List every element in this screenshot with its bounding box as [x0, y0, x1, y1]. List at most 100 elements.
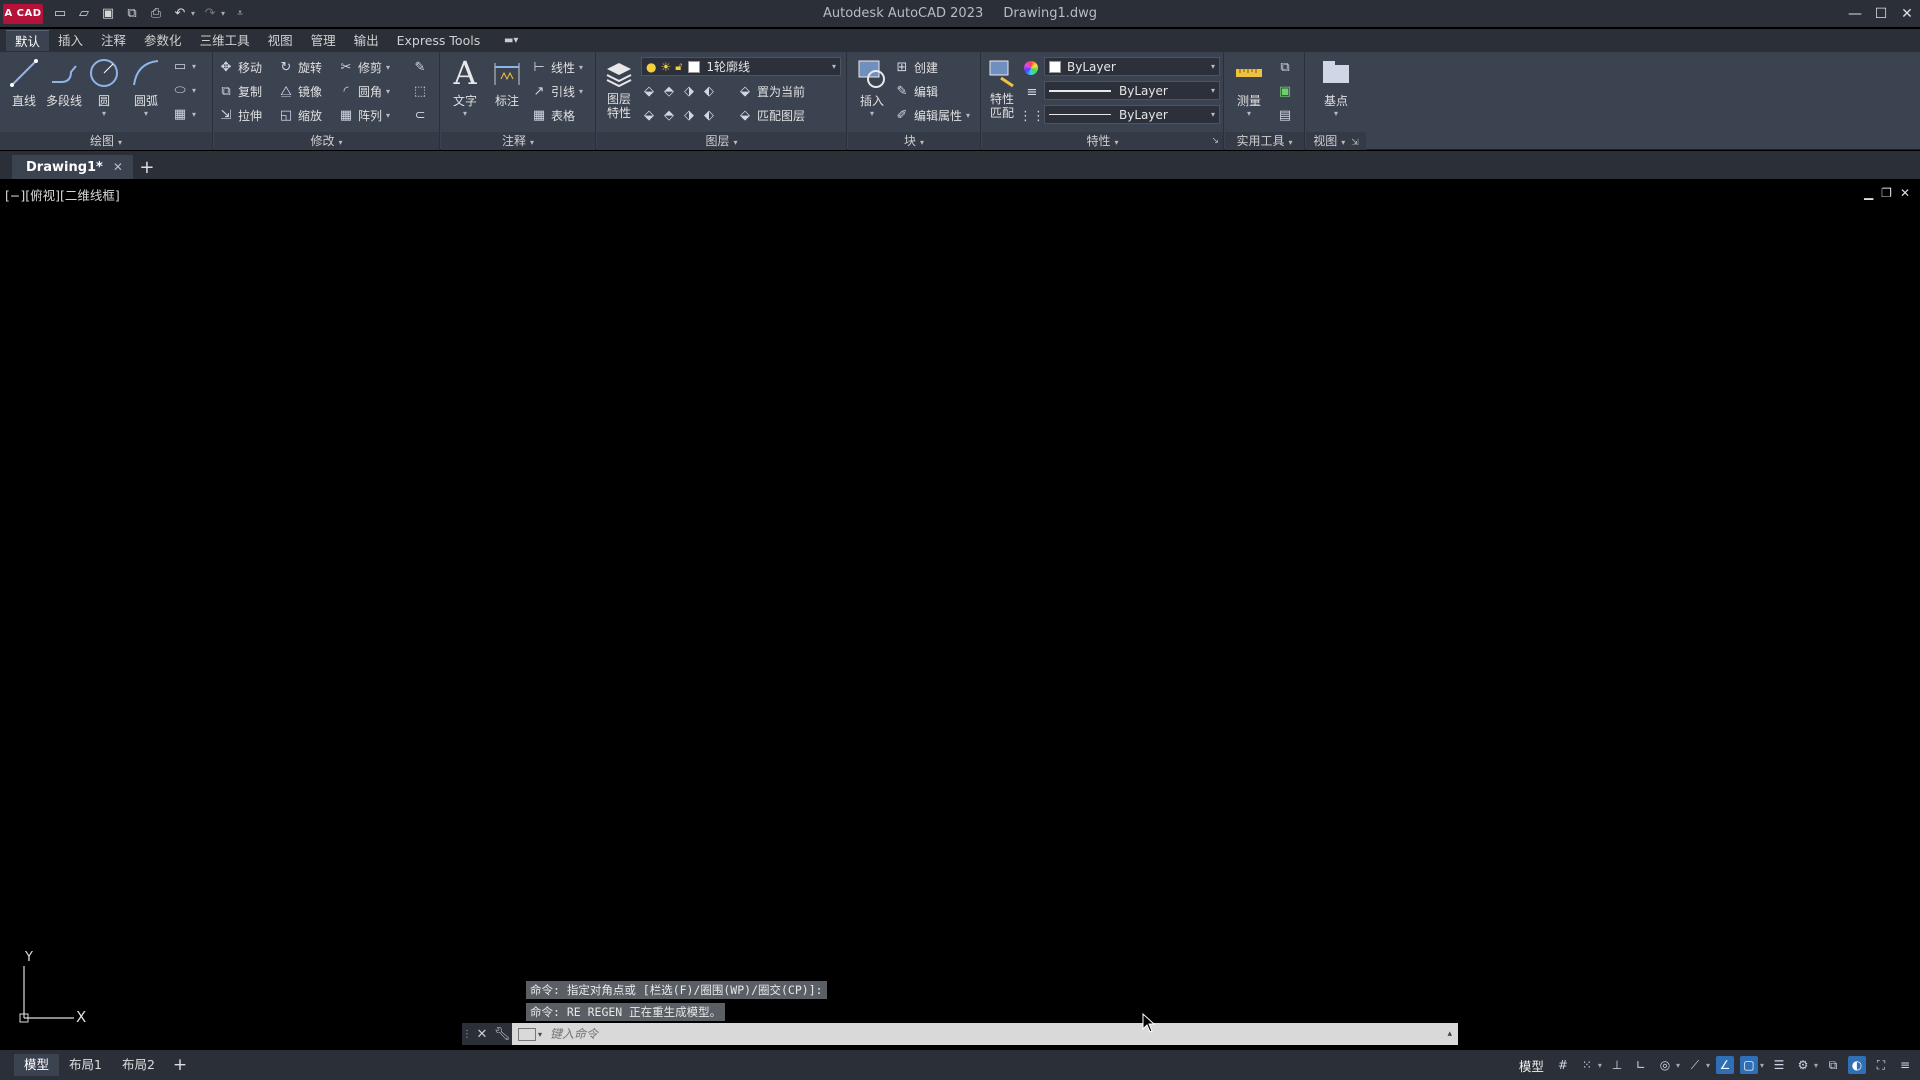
arc-dropdown-icon[interactable]: ▾	[124, 109, 168, 118]
layer-lock-tool-icon[interactable]: ⬗	[681, 107, 697, 123]
leader-dropdown-icon[interactable]: ▾	[579, 87, 583, 96]
infer-constraints-icon[interactable]: ⊥	[1608, 1056, 1626, 1074]
polar-tracking-dropdown-icon[interactable]: ▾	[1676, 1061, 1680, 1070]
rotate-button[interactable]: ↻ 旋转	[278, 57, 322, 77]
layer-dropdown[interactable]: ● ☀ 🔓︎ 1轮廓线 ▾	[641, 57, 841, 76]
command-history-expand-icon[interactable]: ▴	[1447, 1029, 1452, 1039]
hatch-button[interactable]: ⬭ ▾	[172, 80, 196, 100]
fillet-button[interactable]: ◜ 圆角 ▾	[338, 81, 390, 101]
panel-title-block[interactable]: 块 ▾	[848, 132, 980, 150]
layers-panel-expand-icon[interactable]: ▾	[734, 138, 738, 147]
undo-dropdown-icon[interactable]: ▾	[191, 9, 195, 18]
polar-tracking-icon[interactable]: ◎	[1656, 1056, 1674, 1074]
command-customize-wrench-icon[interactable]: 🔧︎	[492, 1023, 512, 1045]
hardware-acceleration-icon[interactable]: ◐	[1848, 1056, 1866, 1074]
tab-default[interactable]: 默认	[6, 30, 50, 51]
array-dropdown-icon[interactable]: ▾	[386, 111, 390, 120]
lineweight-dropdown[interactable]: ByLayer ▾	[1044, 81, 1220, 100]
edit-attributes-button[interactable]: ✐ 编辑属性 ▾	[894, 105, 970, 125]
erase-button[interactable]: ✎	[412, 57, 428, 77]
line-button[interactable]: 直线	[2, 56, 46, 109]
layer-on-icon[interactable]: ●	[646, 60, 656, 74]
panel-title-annotation[interactable]: 注释 ▾	[441, 132, 595, 150]
save-as-icon[interactable]: ⧉	[123, 5, 141, 23]
measure-button[interactable]: 测量 ▾	[1227, 56, 1271, 118]
linear-dim-dropdown-icon[interactable]: ▾	[579, 63, 583, 72]
rectangle-button[interactable]: ▭ ▾	[172, 56, 196, 76]
ribbon-pin-icon[interactable]: ⇲	[1351, 138, 1359, 148]
explode-button[interactable]: ⬚	[412, 81, 428, 101]
stretch-button[interactable]: ⇲ 拉伸	[218, 105, 262, 125]
calculator-button[interactable]: ▤	[1277, 105, 1293, 125]
maximize-icon[interactable]: ☐	[1868, 0, 1894, 27]
circle-dropdown-icon[interactable]: ▾	[82, 109, 126, 118]
command-close-icon[interactable]: ✕	[472, 1023, 492, 1045]
properties-dialog-launcher-icon[interactable]: ↘	[1211, 132, 1219, 150]
customization-menu-icon[interactable]: ≡	[1896, 1056, 1914, 1074]
redo-dropdown-icon[interactable]: ▾	[221, 9, 225, 18]
layout-tab-model[interactable]: 模型	[14, 1054, 60, 1076]
command-line-grip-icon[interactable]: ⋮	[462, 1023, 472, 1045]
grid-icon[interactable]: #	[1554, 1056, 1572, 1074]
table-button[interactable]: ▦ 表格	[531, 105, 575, 125]
tab-3d-tools[interactable]: 三维工具	[191, 30, 259, 51]
print-icon[interactable]: ⎙	[147, 5, 165, 23]
snap-mode-icon[interactable]: ⁙	[1578, 1056, 1596, 1074]
offset-button[interactable]: ⊂	[412, 105, 428, 125]
tab-express-tools[interactable]: Express Tools	[388, 30, 490, 51]
base-view-button[interactable]: 基点 ▾	[1314, 56, 1358, 118]
draw-panel-expand-icon[interactable]: ▾	[118, 138, 122, 147]
recent-commands-icon[interactable]	[518, 1027, 536, 1041]
array-button[interactable]: ▦ 阵列 ▾	[338, 105, 390, 125]
ellipse-dropdown-icon[interactable]: ▾	[192, 86, 196, 95]
leader-button[interactable]: ↗ 引线 ▾	[531, 81, 583, 101]
layer-unisolate-icon[interactable]: ⬘	[661, 83, 677, 99]
model-space-toggle[interactable]: 模型	[1519, 1056, 1544, 1075]
recent-commands-dropdown-icon[interactable]: ▾	[538, 1030, 542, 1039]
layout-tab-layout2[interactable]: 布局2	[112, 1054, 165, 1076]
tab-insert[interactable]: 插入	[49, 30, 92, 51]
edit-block-button[interactable]: ✎ 编辑	[894, 81, 938, 101]
text-dropdown-icon[interactable]: ▾	[443, 109, 487, 118]
linear-dim-button[interactable]: ⊢ 线性 ▾	[531, 57, 583, 77]
panel-title-modify[interactable]: 修改 ▾	[214, 132, 439, 150]
close-icon[interactable]: ✕	[1894, 0, 1920, 27]
open-folder-icon[interactable]: ▱	[75, 5, 93, 23]
text-button[interactable]: A 文字 ▾	[443, 54, 487, 118]
panel-title-utilities[interactable]: 实用工具 ▾	[1225, 132, 1304, 150]
ribbon-display-toggle-icon[interactable]: ▬▾	[499, 34, 523, 48]
layer-isolate-icon[interactable]: ⬙	[641, 83, 657, 99]
close-tab-icon[interactable]: ✕	[113, 160, 123, 174]
ortho-mode-icon[interactable]: ∟	[1632, 1056, 1650, 1074]
undo-icon[interactable]: ↶	[171, 5, 189, 23]
insert-dropdown-icon[interactable]: ▾	[850, 109, 894, 118]
edit-attributes-dropdown-icon[interactable]: ▾	[966, 111, 970, 120]
move-button[interactable]: ✥ 移动	[218, 57, 262, 77]
block-panel-expand-icon[interactable]: ▾	[920, 138, 924, 147]
layer-lock-icon[interactable]: 🔓︎	[675, 60, 682, 74]
app-logo[interactable]: A CAD	[3, 3, 43, 24]
match-layer-button[interactable]: ⬙ 匹配图层	[737, 105, 805, 125]
settings-gear-icon[interactable]: ⚙	[1794, 1056, 1812, 1074]
hatch-dropdown-icon[interactable]: ▾	[192, 110, 196, 119]
match-properties-button[interactable]: 特性 匹配	[982, 56, 1022, 120]
view-panel-expand-icon[interactable]: ▾	[1341, 138, 1345, 147]
document-tab-drawing1[interactable]: Drawing1* ✕	[12, 155, 133, 179]
snap-mode-dropdown-icon[interactable]: ▾	[1598, 1061, 1602, 1070]
layout-tab-layout1[interactable]: 布局1	[59, 1054, 112, 1076]
drawing-canvas[interactable]: [−][俯视][二维线框] ▁ ❐ ✕ Y X 命令: 指定对角点或 [栏选(F…	[0, 182, 1920, 1050]
layer-off-icon[interactable]: ⬗	[681, 83, 697, 99]
tab-manage[interactable]: 管理	[302, 30, 345, 51]
clean-screen-icon[interactable]: ⛶	[1872, 1056, 1890, 1074]
properties-panel-expand-icon[interactable]: ▾	[1115, 138, 1119, 147]
layer-on-all-icon[interactable]: ⬙	[641, 107, 657, 123]
new-file-icon[interactable]: ▭	[51, 5, 69, 23]
boundary-button[interactable]: ▦ ▾	[172, 104, 196, 124]
redo-icon[interactable]: ↷	[201, 5, 219, 23]
customize-qat-icon[interactable]: ⩡	[231, 5, 249, 23]
tab-view[interactable]: 视图	[259, 30, 302, 51]
isodraft-dropdown-icon[interactable]: ▾	[1706, 1061, 1710, 1070]
viewport-close-icon[interactable]: ✕	[1900, 186, 1910, 200]
rectangle-dropdown-icon[interactable]: ▾	[192, 62, 196, 71]
object-snap-icon[interactable]: ▢	[1739, 1056, 1758, 1074]
